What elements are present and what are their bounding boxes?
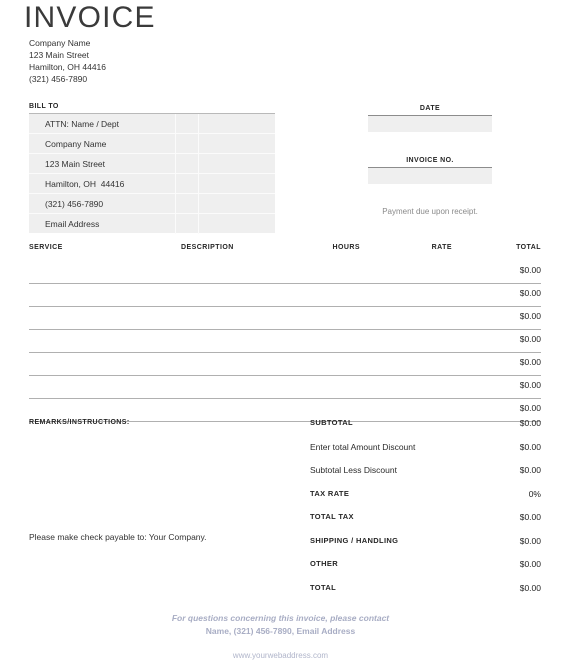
totals-row-amount-discount[interactable]: Enter total Amount Discount $0.00: [310, 438, 541, 462]
totals-label: Enter total Amount Discount: [310, 441, 416, 452]
page-title: INVOICE: [24, 1, 156, 34]
totals-label: OTHER: [310, 559, 338, 568]
invoice-number-field[interactable]: [368, 167, 492, 184]
cell-divider: [198, 154, 199, 173]
bill-to-text: Email Address: [45, 219, 100, 229]
bill-to-text: 123 Main Street: [45, 159, 106, 169]
totals-value: $0.00: [519, 418, 541, 428]
company-address-line: (321) 456-7890: [29, 73, 88, 84]
column-header-rate: RATE: [431, 244, 452, 251]
totals-label: SHIPPING / HANDLING: [310, 535, 399, 545]
table-row[interactable]: $0.00: [29, 353, 541, 376]
totals-label: TAX RATE: [310, 488, 350, 498]
company-address-line: Hamilton, OH 44416: [29, 61, 107, 72]
row-total: $0.00: [519, 380, 541, 390]
totals-row-subtotal: SUBTOTAL $0.00: [310, 414, 541, 438]
payable-note: Please make check payable to: Your Compa…: [29, 532, 207, 542]
table-row[interactable]: $0.00: [29, 307, 541, 330]
bill-to-text: ATTN: Name / Dept: [45, 119, 119, 129]
remarks-label: REMARKS/INSTRUCTIONS:: [29, 419, 130, 426]
totals-label: Subtotal Less Discount: [310, 465, 397, 475]
bill-to-row[interactable]: ATTN: Name / Dept: [29, 114, 275, 134]
totals-value: 0%: [528, 488, 541, 499]
totals-section: SUBTOTAL $0.00 Enter total Amount Discou…: [310, 414, 541, 602]
row-total: $0.00: [519, 288, 541, 298]
company-address-block: Company Name 123 Main Street Hamilton, O…: [29, 38, 106, 86]
column-header-total: TOTAL: [516, 244, 541, 251]
cell-divider: [198, 214, 199, 234]
bill-to-label: BILL TO: [29, 103, 59, 110]
cell-divider: [175, 214, 176, 234]
table-row[interactable]: $0.00: [29, 376, 541, 399]
totals-value: $0.00: [519, 559, 541, 569]
cell-divider: [198, 174, 199, 193]
totals-value: $0.00: [519, 535, 541, 546]
row-total: $0.00: [519, 403, 541, 413]
cell-divider: [175, 174, 176, 193]
column-header-hours: HOURS: [332, 244, 360, 251]
cell-divider: [175, 194, 176, 213]
totals-label: TOTAL: [310, 582, 337, 592]
date-field[interactable]: [368, 115, 492, 132]
totals-label: TOTAL TAX: [310, 512, 354, 521]
totals-row-subtotal-less-discount: Subtotal Less Discount $0.00: [310, 461, 541, 485]
totals-row-grand-total: TOTAL $0.00: [310, 579, 541, 603]
column-header-service: SERVICE: [29, 244, 63, 251]
totals-row-total-tax: TOTAL TAX $0.00: [310, 508, 541, 532]
cell-divider: [175, 154, 176, 173]
bill-to-text: Hamilton, OH 44416: [45, 179, 125, 189]
services-table: SERVICE DESCRIPTION HOURS RATE TOTAL $0.…: [0, 243, 561, 422]
cell-divider: [198, 114, 199, 133]
bill-to-row[interactable]: Company Name: [29, 134, 275, 154]
bill-to-row[interactable]: Email Address: [29, 214, 275, 234]
totals-row-shipping-handling[interactable]: SHIPPING / HANDLING $0.00: [310, 532, 541, 556]
footer-website-link[interactable]: www.yourwebaddress.com: [0, 649, 561, 662]
table-row[interactable]: $0.00: [29, 261, 541, 284]
totals-value: $0.00: [519, 512, 541, 522]
totals-label: SUBTOTAL: [310, 418, 353, 427]
bill-to-text: (321) 456-7890: [45, 199, 104, 209]
bill-to-box[interactable]: ATTN: Name / Dept Company Name 123 Main …: [29, 113, 275, 234]
bill-to-row[interactable]: (321) 456-7890: [29, 194, 275, 214]
cell-divider: [175, 134, 176, 153]
footer-contact-line: For questions concerning this invoice, p…: [171, 613, 390, 623]
totals-row-other[interactable]: OTHER $0.00: [310, 555, 541, 579]
column-header-description: DESCRIPTION: [181, 244, 234, 251]
invoice-number-label: INVOICE NO.: [406, 157, 454, 164]
bill-to-row[interactable]: 123 Main Street: [29, 154, 275, 174]
cell-divider: [198, 134, 199, 153]
cell-divider: [175, 114, 176, 133]
footer: For questions concerning this invoice, p…: [0, 612, 561, 662]
cell-divider: [198, 194, 199, 213]
totals-value: $0.00: [519, 441, 541, 452]
company-address-line: 123 Main Street: [29, 49, 90, 60]
bill-to-row[interactable]: Hamilton, OH 44416: [29, 174, 275, 194]
totals-value: $0.00: [519, 582, 541, 593]
company-address-line: Company Name: [29, 38, 91, 48]
bill-to-text: Company Name: [45, 139, 107, 149]
date-label: DATE: [419, 105, 441, 112]
payment-terms-note: Payment due upon receipt.: [382, 207, 478, 216]
row-total: $0.00: [519, 265, 541, 275]
row-total: $0.00: [519, 357, 541, 367]
row-total: $0.00: [519, 311, 541, 321]
totals-value: $0.00: [519, 465, 541, 475]
services-table-header: SERVICE DESCRIPTION HOURS RATE TOTAL: [0, 243, 561, 261]
table-row[interactable]: $0.00: [29, 330, 541, 353]
footer-contact-details: Name, (321) 456-7890, Email Address: [205, 626, 356, 636]
row-total: $0.00: [519, 334, 541, 344]
table-row[interactable]: $0.00: [29, 284, 541, 307]
totals-row-tax-rate[interactable]: TAX RATE 0%: [310, 485, 541, 509]
